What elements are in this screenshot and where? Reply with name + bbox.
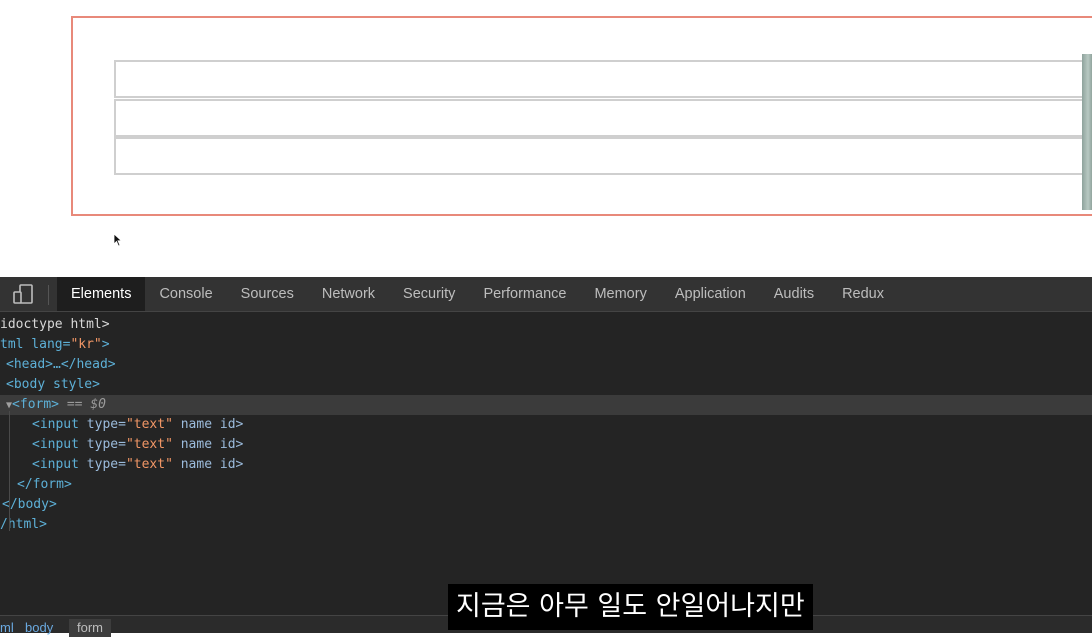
breadcrumb-form[interactable]: form: [69, 619, 111, 637]
html-tag-end: >: [101, 337, 110, 352]
tab-security[interactable]: Security: [389, 277, 469, 311]
dom-line-form-selected[interactable]: ▼<form> == $0: [0, 395, 1092, 415]
body-tag-text: <body style>: [6, 377, 100, 392]
tab-elements[interactable]: Elements: [57, 277, 146, 311]
expanded-triangle-icon[interactable]: ▼: [0, 400, 12, 411]
page-viewport: [0, 0, 1092, 277]
input-attrs-rest: name id>: [172, 457, 244, 472]
text-input-1[interactable]: [114, 60, 1092, 98]
text-input-3[interactable]: [114, 137, 1092, 175]
breadcrumb-html[interactable]: ml: [0, 619, 14, 637]
input-type-attr: type=: [86, 457, 126, 472]
input-attrs-rest: name id>: [172, 417, 244, 432]
input-attrs-rest: name id>: [172, 437, 244, 452]
html-close-text: /html>: [0, 517, 47, 532]
tab-application[interactable]: Application: [661, 277, 760, 311]
mouse-cursor-icon: [113, 233, 123, 247]
html-tag-text: tml lang=: [0, 337, 71, 352]
dom-line-input-3[interactable]: <input type="text" name id>: [32, 455, 1092, 475]
dom-line-input-1[interactable]: <input type="text" name id>: [32, 415, 1092, 435]
dom-line-body[interactable]: <body style>: [0, 375, 1092, 395]
text-input-2[interactable]: [114, 99, 1092, 137]
tab-console[interactable]: Console: [145, 277, 226, 311]
dom-line-doctype[interactable]: idoctype html>: [0, 315, 1092, 335]
dom-tree: idoctype html> tml lang="kr"> <head>…</h…: [0, 314, 1092, 614]
tree-indent-guide: [9, 411, 10, 531]
dom-line-head[interactable]: <head>…</head>: [0, 355, 1092, 375]
input-type-value: "text": [125, 417, 173, 432]
devtools-tabs: Elements Console Sources Network Securit…: [57, 277, 898, 311]
breadcrumb-body[interactable]: body: [25, 619, 53, 637]
input-type-attr: type=: [86, 417, 126, 432]
form-close-text: </form>: [17, 477, 72, 492]
page-edge-image: [1082, 54, 1092, 210]
tab-performance[interactable]: Performance: [469, 277, 580, 311]
doctype-text: idoctype html>: [0, 317, 110, 332]
head-tag-text: <head>…</head>: [6, 357, 116, 372]
input-tag-text: <input: [32, 457, 87, 472]
input-type-value: "text": [125, 437, 173, 452]
input-type-value: "text": [125, 457, 173, 472]
video-subtitle: 지금은 아무 일도 안일어나지만: [448, 584, 813, 630]
dom-line-body-close[interactable]: </body>: [2, 495, 1092, 515]
tab-redux[interactable]: Redux: [828, 277, 898, 311]
html-lang-value: "kr": [70, 337, 102, 352]
devtools-tabbar: Elements Console Sources Network Securit…: [0, 277, 1092, 312]
form-tag-text: <form>: [12, 397, 60, 412]
input-type-attr: type=: [86, 437, 126, 452]
input-tag-text: <input: [32, 437, 87, 452]
device-toolbar-icon[interactable]: [12, 284, 34, 304]
selected-marker: == $0: [59, 397, 106, 412]
tabbar-divider: [48, 285, 49, 305]
tab-network[interactable]: Network: [308, 277, 389, 311]
tab-audits[interactable]: Audits: [760, 277, 828, 311]
dom-line-form-close[interactable]: </form>: [17, 475, 1092, 495]
tab-sources[interactable]: Sources: [227, 277, 308, 311]
input-tag-text: <input: [32, 417, 87, 432]
tab-memory[interactable]: Memory: [580, 277, 660, 311]
body-close-text: </body>: [2, 497, 57, 512]
devtools-panel: Elements Console Sources Network Securit…: [0, 277, 1092, 637]
dom-line-input-2[interactable]: <input type="text" name id>: [32, 435, 1092, 455]
dom-line-html[interactable]: tml lang="kr">: [0, 335, 1092, 355]
dom-line-html-close[interactable]: /html>: [0, 515, 1092, 535]
